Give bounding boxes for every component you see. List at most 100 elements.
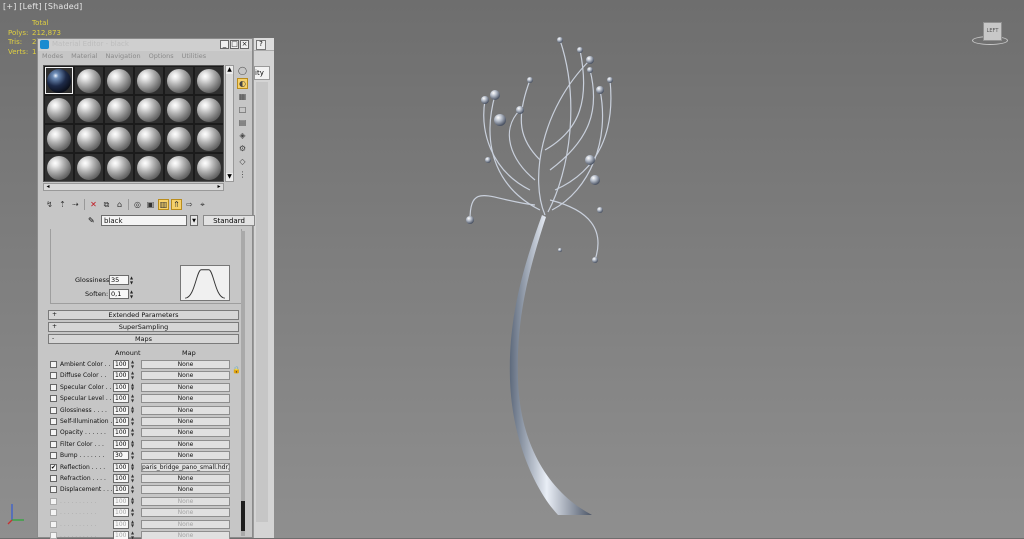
map-enable-checkbox[interactable]	[50, 372, 57, 380]
sample-slot[interactable]	[105, 96, 133, 123]
sample-slot[interactable]	[165, 125, 193, 152]
map-slot-button[interactable]: None	[141, 496, 230, 506]
options-icon[interactable]: ⚙	[237, 143, 248, 154]
slots-vertical-scrollbar[interactable]: ▲ ▼	[225, 65, 234, 182]
put-to-scene-icon[interactable]: ⇡	[57, 199, 68, 210]
sample-slot[interactable]	[45, 125, 73, 152]
map-amount-field[interactable]: 100	[113, 485, 129, 495]
sample-slot[interactable]	[105, 67, 133, 94]
spinner-arrows-icon[interactable]: ▲ ▼	[130, 428, 135, 437]
material-editor-titlebar[interactable]: Material Editor - black _ □ ×	[38, 39, 252, 51]
sample-slot[interactable]	[165, 96, 193, 123]
sample-slot[interactable]	[45, 67, 73, 94]
go-forward-to-sibling-icon[interactable]: ⇨	[184, 199, 195, 210]
uv-tiling-icon[interactable]: □	[237, 104, 248, 115]
map-enable-checkbox[interactable]	[50, 497, 57, 505]
pick-from-object-icon[interactable]: ⌖	[197, 199, 208, 210]
sample-slot[interactable]	[135, 125, 163, 152]
sample-type-sphere-icon[interactable]: ◯	[237, 65, 248, 76]
minimize-button[interactable]: _	[220, 40, 229, 49]
put-to-library-icon[interactable]: ⌂	[114, 199, 125, 210]
lock-icon[interactable]: 🔒	[232, 366, 241, 374]
spinner-arrows-icon[interactable]: ▲ ▼	[130, 359, 135, 369]
delete-icon[interactable]: ✕	[88, 199, 99, 210]
map-amount-field[interactable]: 100	[113, 371, 129, 381]
glossiness-value[interactable]: 35	[109, 275, 129, 285]
map-amount-field[interactable]: 100	[113, 439, 129, 449]
map-enable-checkbox[interactable]	[50, 475, 57, 482]
chevron-down-icon[interactable]: ▼	[190, 215, 198, 226]
make-preview-icon[interactable]: ◈	[237, 130, 248, 141]
select-by-material-icon[interactable]: ◇	[237, 156, 248, 167]
sample-slot[interactable]	[105, 154, 133, 181]
sample-slot[interactable]	[195, 154, 223, 181]
map-slot-button[interactable]: None	[141, 474, 230, 483]
map-slot-button[interactable]: None	[141, 519, 230, 529]
map-enable-checkbox[interactable]	[50, 383, 57, 391]
soften-spinner[interactable]: 0,1 ▲ ▼	[109, 289, 134, 299]
go-to-parent-icon[interactable]: ⇑	[171, 199, 182, 210]
sample-slot[interactable]	[75, 125, 103, 152]
spinner-arrows-icon[interactable]: ▲ ▼	[130, 439, 135, 449]
help-button[interactable]: ?	[256, 40, 266, 50]
parameters-scrollbar[interactable]	[241, 231, 245, 536]
map-slot-button[interactable]: None	[141, 382, 230, 392]
sample-slot[interactable]	[165, 67, 193, 94]
command-panel-scrollbar[interactable]	[256, 82, 268, 522]
wire-sculpture-model[interactable]	[440, 20, 640, 520]
sample-slot[interactable]	[135, 96, 163, 123]
eyedropper-icon[interactable]: ✎	[88, 216, 98, 226]
spinner-arrows-icon[interactable]: ▲ ▼	[130, 519, 135, 529]
spinner-arrows-icon[interactable]: ▲ ▼	[129, 289, 134, 299]
map-slot-button[interactable]: None	[141, 371, 230, 381]
material-effects-channel-icon[interactable]: ◎	[132, 199, 143, 210]
make-unique-icon[interactable]: ⧉	[101, 199, 112, 210]
map-amount-field[interactable]: 100	[113, 508, 129, 518]
menu-material[interactable]: Material	[71, 51, 97, 61]
map-amount-field[interactable]: 30	[113, 451, 129, 461]
map-slot-button[interactable]: None	[141, 485, 230, 495]
map-amount-field[interactable]: 100	[113, 394, 129, 404]
assign-to-selection-icon[interactable]: ⇢	[70, 199, 81, 210]
menu-navigation[interactable]: Navigation	[106, 51, 141, 61]
map-amount-field[interactable]: 100	[113, 462, 129, 472]
sample-slot[interactable]	[75, 96, 103, 123]
material-navigator-icon[interactable]: ⋮	[237, 169, 248, 180]
map-amount-field[interactable]: 100	[113, 496, 129, 506]
spinner-arrows-icon[interactable]: ▲ ▼	[130, 416, 135, 426]
viewcube[interactable]: LEFT	[972, 22, 1008, 46]
map-slot-button[interactable]: None	[141, 405, 230, 415]
map-enable-checkbox[interactable]: ✔	[50, 463, 57, 471]
map-enable-checkbox[interactable]	[50, 406, 57, 414]
sample-slot[interactable]	[135, 67, 163, 94]
sample-slot[interactable]	[165, 154, 193, 181]
get-material-icon[interactable]: ↯	[44, 199, 55, 210]
backlight-icon[interactable]: ◐	[237, 78, 248, 89]
maximize-button[interactable]: □	[230, 40, 239, 49]
spinner-arrows-icon[interactable]: ▲ ▼	[130, 507, 135, 517]
map-amount-field[interactable]: 100	[113, 428, 129, 438]
command-panel-tab[interactable]: ity	[254, 66, 270, 80]
spinner-arrows-icon[interactable]: ▲ ▼	[130, 462, 135, 472]
spinner-arrows-icon[interactable]: ▲ ▼	[130, 382, 135, 392]
spinner-arrows-icon[interactable]: ▲ ▼	[130, 450, 135, 460]
parameters-scrollbar-thumb[interactable]	[241, 501, 245, 531]
map-slot-button[interactable]: None	[141, 439, 230, 449]
material-name-field[interactable]	[101, 215, 187, 226]
scroll-left-icon[interactable]: ◂	[44, 184, 52, 190]
spinner-arrows-icon[interactable]: ▲ ▼	[130, 371, 135, 380]
show-shaded-material-icon[interactable]: ▣	[145, 199, 156, 210]
sample-slot[interactable]	[195, 125, 223, 152]
map-amount-field[interactable]: 100	[113, 360, 129, 369]
close-button[interactable]: ×	[240, 40, 249, 49]
spinner-arrows-icon[interactable]: ▲ ▼	[130, 473, 135, 483]
map-amount-field[interactable]: 100	[113, 405, 129, 415]
rollout-supersampling[interactable]: + SuperSampling	[48, 322, 239, 332]
menu-utilities[interactable]: Utilities	[182, 51, 206, 61]
spinner-arrows-icon[interactable]: ▲ ▼	[130, 405, 135, 415]
scroll-up-icon[interactable]: ▲	[226, 66, 233, 74]
sample-slot[interactable]	[105, 125, 133, 152]
glossiness-spinner[interactable]: 35 ▲ ▼	[109, 275, 134, 285]
material-type-button[interactable]: Standard	[203, 215, 255, 226]
checker-background-icon[interactable]: ▦	[237, 91, 248, 102]
